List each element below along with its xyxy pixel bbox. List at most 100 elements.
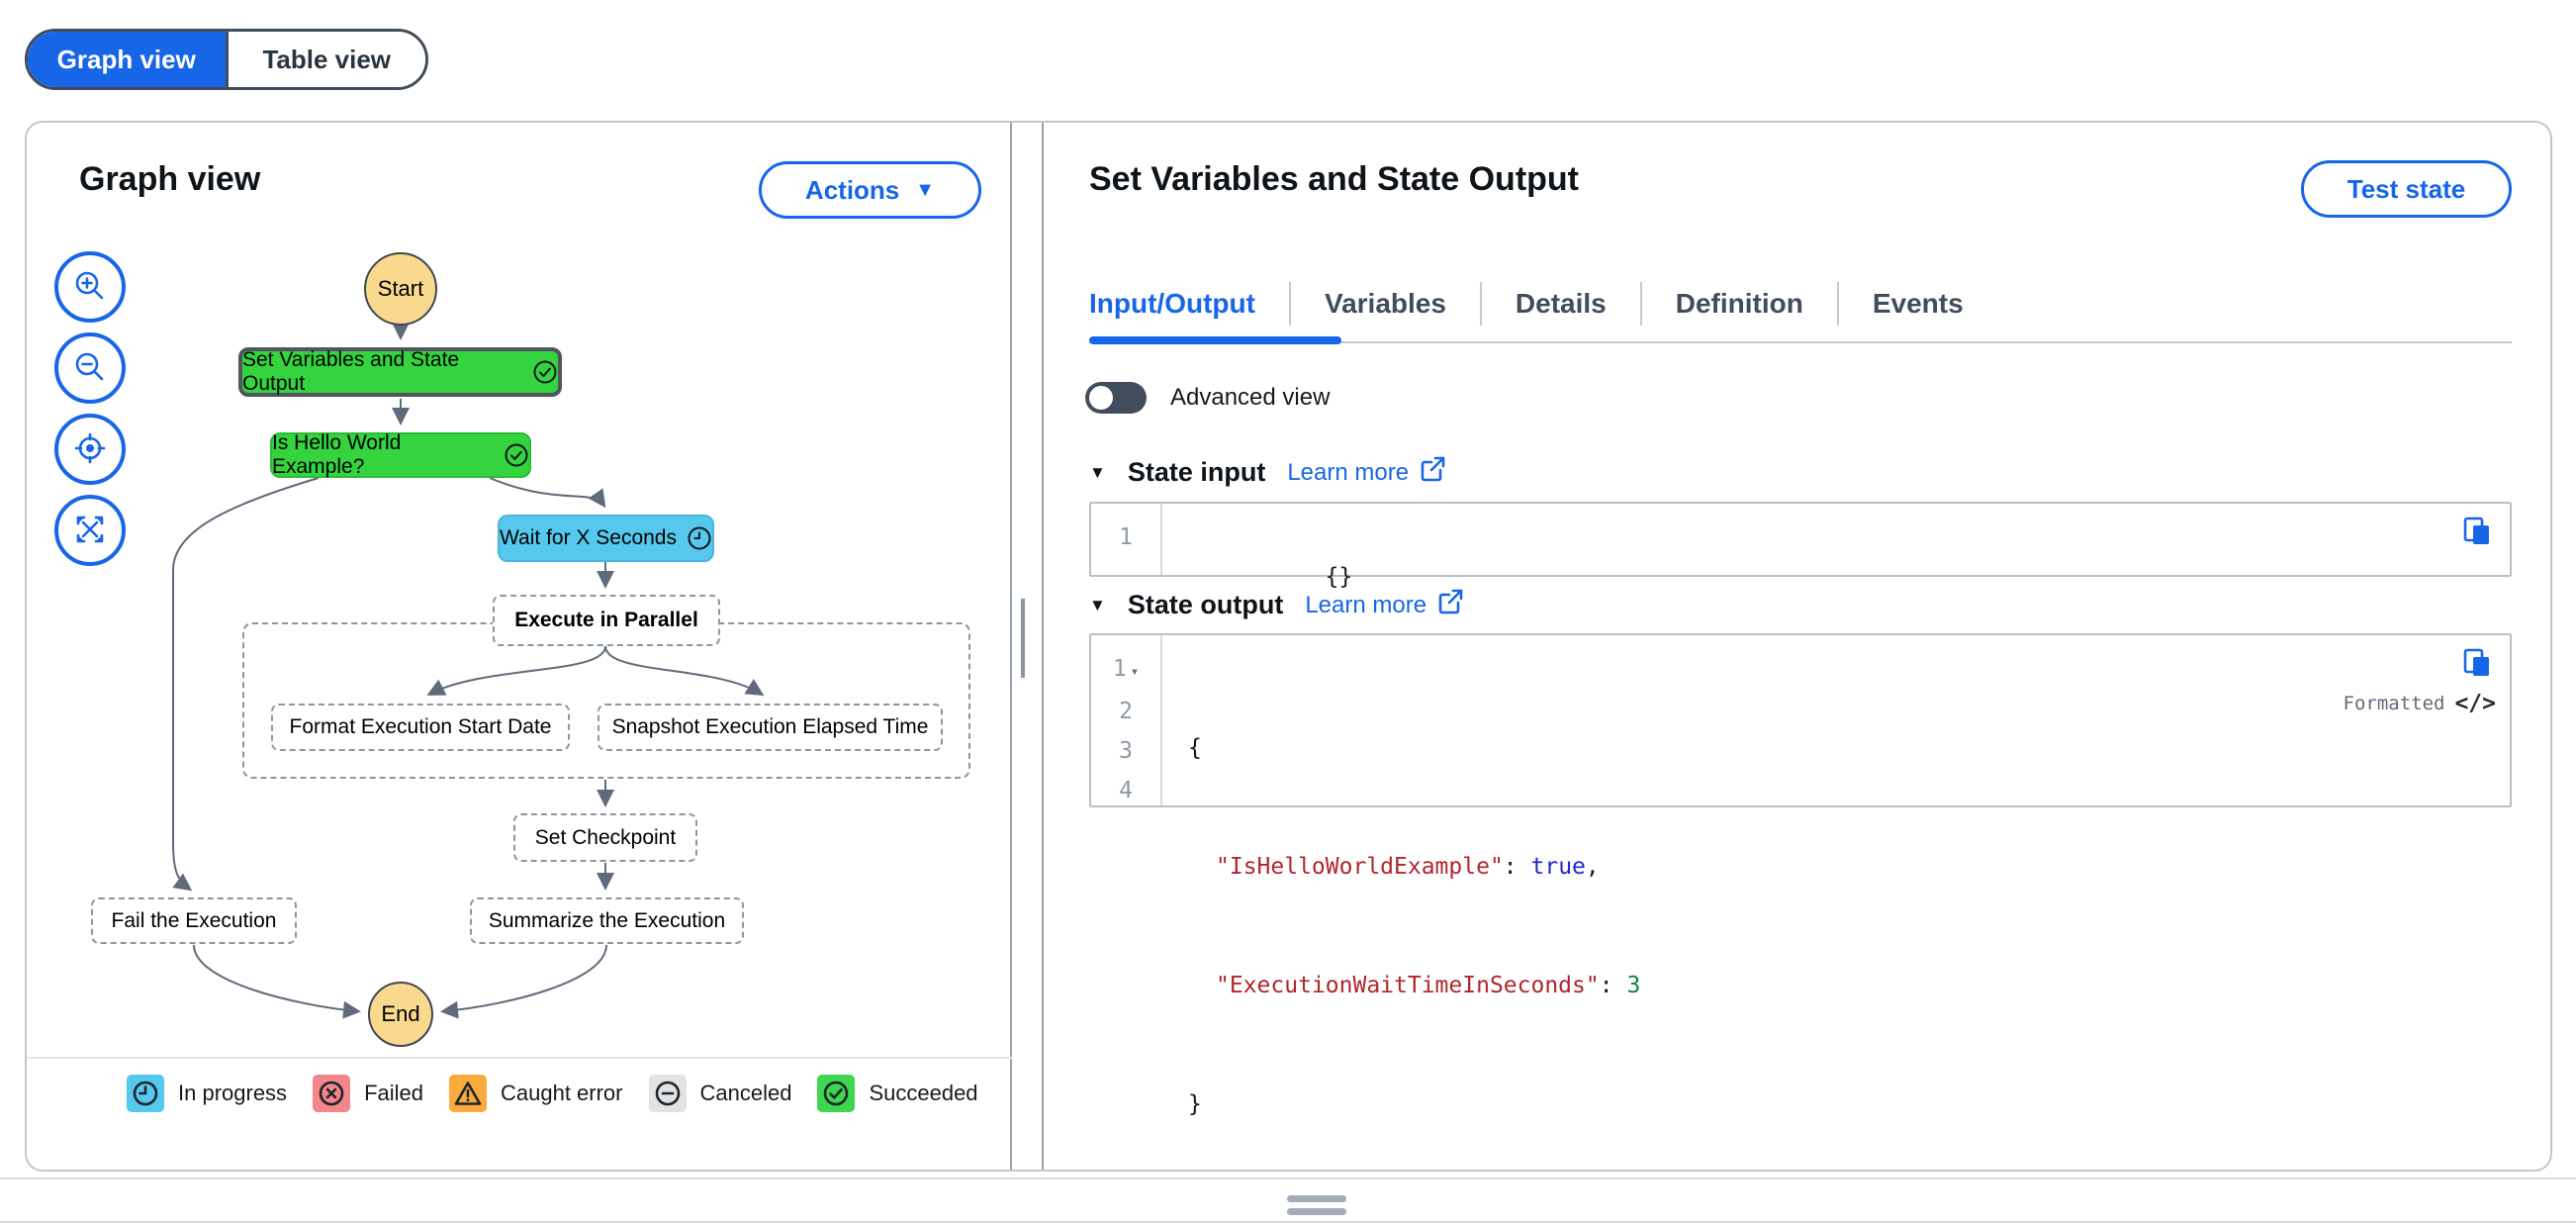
graph-view-panel: Graph view Actions ▼ Start Set Variables… — [27, 123, 1012, 1170]
code-line: {} — [1325, 564, 1353, 590]
fail-execution-node-label: Fail the Execution — [111, 908, 277, 932]
tab-input-output[interactable]: Input/Output — [1089, 288, 1275, 320]
line-number: 2 — [1119, 699, 1133, 724]
external-link-icon — [1419, 455, 1446, 490]
state-input-code: {} — [1164, 504, 2510, 590]
copy-icon — [2459, 514, 2495, 552]
tab-variables[interactable]: Variables — [1305, 288, 1466, 320]
line-number-gutter: 1 — [1091, 504, 1162, 575]
summarize-execution-node[interactable]: Summarize the Execution — [470, 897, 744, 944]
tab-divider — [1639, 282, 1642, 326]
advanced-view-label: Advanced view — [1170, 384, 1331, 411]
x-circle-icon — [313, 1075, 351, 1112]
succeeded-check-icon — [532, 359, 558, 385]
state-input-learn-more-link[interactable]: Learn more — [1287, 455, 1446, 490]
start-node[interactable]: Start — [364, 252, 437, 326]
code-line: } — [1188, 1091, 1202, 1117]
state-details-title: Set Variables and State Output — [1089, 160, 1580, 198]
set-variables-node[interactable]: Set Variables and State Output — [238, 347, 562, 397]
zoom-out-button[interactable] — [54, 332, 126, 404]
advanced-view-toggle[interactable] — [1085, 382, 1147, 414]
warning-icon — [448, 1075, 487, 1112]
set-checkpoint-node[interactable]: Set Checkpoint — [513, 813, 697, 862]
main-card: Graph view Actions ▼ Start Set Variables… — [25, 121, 2552, 1172]
wait-node[interactable]: Wait for X Seconds — [498, 515, 714, 562]
is-hello-world-node[interactable]: Is Hello World Example? — [270, 431, 531, 478]
in-progress-clock-icon — [687, 525, 712, 551]
center-target-icon — [70, 428, 110, 471]
step-functions-execution-page: Graph view Table view Graph view Actions… — [0, 0, 2576, 1225]
end-node[interactable]: End — [368, 982, 433, 1047]
legend-item-canceled: Canceled — [648, 1075, 792, 1112]
copy-icon — [2459, 645, 2495, 684]
snapshot-elapsed-time-node-label: Snapshot Execution Elapsed Time — [611, 715, 929, 738]
copy-input-button[interactable] — [2456, 512, 2498, 553]
code-view-toggle-icon[interactable]: </> — [2454, 691, 2496, 716]
external-link-icon — [1436, 588, 1464, 622]
snapshot-elapsed-time-node[interactable]: Snapshot Execution Elapsed Time — [598, 704, 943, 751]
learn-more-label: Learn more — [1305, 591, 1427, 618]
tab-divider — [1836, 282, 1839, 326]
table-view-toggle[interactable]: Table view — [228, 32, 425, 87]
legend-label: Canceled — [699, 1081, 792, 1105]
start-node-label: Start — [377, 276, 424, 301]
formatted-label: Formatted — [2343, 693, 2445, 714]
drag-handle-icon — [1287, 1195, 1346, 1202]
set-checkpoint-node-label: Set Checkpoint — [534, 825, 677, 849]
fold-caret-icon[interactable]: ▾ — [1131, 664, 1139, 680]
set-variables-node-label: Set Variables and State Output — [242, 348, 460, 395]
fail-execution-node[interactable]: Fail the Execution — [91, 897, 297, 944]
status-legend: In progress Failed Caught error Canceled… — [127, 1075, 978, 1112]
code-line: "ExecutionWaitTimeInSeconds": 3 — [1216, 973, 1641, 998]
view-mode-toggle: Graph view Table view — [25, 29, 428, 90]
fullscreen-expand-icon — [70, 510, 110, 552]
graph-view-toggle[interactable]: Graph view — [28, 32, 229, 87]
center-view-button[interactable] — [54, 414, 126, 485]
line-number-gutter: 1 ▾ 2 3 4 — [1091, 635, 1162, 805]
code-line: "IsHelloWorldExample": true, — [1216, 854, 1600, 880]
wait-node-label: Wait for X Seconds — [500, 526, 677, 549]
fullscreen-button[interactable] — [54, 495, 126, 566]
actions-button-label: Actions — [804, 174, 900, 205]
zoom-in-button[interactable] — [54, 251, 126, 323]
succeeded-check-icon — [504, 442, 529, 468]
check-circle-icon — [817, 1075, 856, 1112]
toggle-knob — [1089, 386, 1113, 410]
collapse-caret-icon[interactable]: ▼ — [1089, 463, 1106, 483]
tab-events[interactable]: Events — [1853, 288, 1983, 320]
end-node-label: End — [381, 1001, 420, 1026]
actions-button[interactable]: Actions ▼ — [759, 161, 981, 219]
legend-item-succeeded: Succeeded — [817, 1075, 978, 1112]
code-line: { — [1188, 735, 1202, 761]
learn-more-label: Learn more — [1287, 458, 1410, 486]
line-number: 3 — [1119, 738, 1133, 764]
test-state-button[interactable]: Test state — [2301, 160, 2512, 218]
splitter-grip-icon — [1021, 599, 1025, 678]
execute-parallel-node-label: Execute in Parallel — [514, 609, 698, 631]
graph-panel-title: Graph view — [79, 160, 261, 198]
state-output-learn-more-link[interactable]: Learn more — [1305, 588, 1464, 622]
collapse-caret-icon[interactable]: ▼ — [1089, 596, 1106, 615]
minus-circle-icon — [648, 1075, 687, 1112]
tab-definition[interactable]: Definition — [1656, 288, 1823, 320]
graph-zoom-controls — [54, 251, 126, 566]
legend-divider — [27, 1057, 1012, 1059]
panel-splitter[interactable] — [1012, 123, 1042, 1170]
drag-handle-icon — [1287, 1208, 1346, 1215]
state-input-header: ▼ State input Learn more — [1089, 455, 1446, 490]
legend-item-failed: Failed — [313, 1075, 423, 1112]
legend-label: Caught error — [500, 1081, 623, 1105]
state-input-heading: State input — [1127, 457, 1266, 487]
bottom-resize-bar[interactable] — [0, 1178, 2576, 1223]
state-input-code-block: 1 {} — [1089, 502, 2512, 590]
summarize-execution-node-label: Summarize the Execution — [488, 908, 726, 932]
execute-parallel-node[interactable]: Execute in Parallel — [493, 595, 720, 646]
format-start-date-node[interactable]: Format Execution Start Date — [271, 704, 570, 751]
copy-output-button[interactable] — [2456, 643, 2498, 685]
state-output-code: { "IsHelloWorldExample": true, "Executio… — [1164, 635, 2510, 1117]
line-number: 1 — [1119, 524, 1133, 550]
zoom-out-icon — [70, 347, 110, 390]
tab-details[interactable]: Details — [1496, 288, 1626, 320]
legend-label: Succeeded — [869, 1081, 978, 1105]
format-start-date-node-label: Format Execution Start Date — [289, 715, 552, 738]
